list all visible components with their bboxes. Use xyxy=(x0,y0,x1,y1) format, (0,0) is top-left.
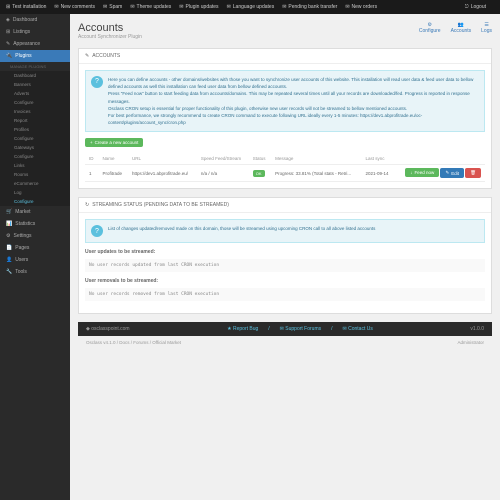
accounts-card: ✎ ACCOUNTS ? Here you can define account… xyxy=(78,48,492,189)
nav-listings[interactable]: ⊞ Listings xyxy=(0,26,70,38)
user-label: Administrator xyxy=(457,340,484,345)
th: Name xyxy=(98,153,128,165)
card-head: ✎ ACCOUNTS xyxy=(79,49,491,64)
sb-sub[interactable]: Links xyxy=(0,161,70,170)
th: ID xyxy=(85,153,98,165)
updates-label: User updates to be streamed: xyxy=(85,249,485,255)
sb-sub[interactable]: Configure xyxy=(0,197,70,206)
edit-button[interactable]: ✎ Edit xyxy=(440,168,464,178)
th: Status xyxy=(249,153,271,165)
feed-now-button[interactable]: ↓ Feed now xyxy=(405,168,439,177)
footer-link[interactable]: ★ Report Bug xyxy=(227,326,258,332)
removals-msg: No user records removed from last CRON e… xyxy=(85,288,485,301)
info-text: List of changes updated/removed made on … xyxy=(108,225,375,237)
page-title: Accounts xyxy=(78,22,142,34)
th: Last sync xyxy=(361,153,394,165)
info-icon: ? xyxy=(91,225,103,237)
sb-sub[interactable]: Dashboard xyxy=(0,71,70,80)
delete-button[interactable]: 🗑 xyxy=(465,168,481,178)
th: Speed Feed/Stream xyxy=(197,153,249,165)
tb-item[interactable]: ⊞ Test installation xyxy=(6,4,46,10)
footer-brand[interactable]: ◆ osclasspoint.com xyxy=(86,326,130,332)
footer: ◆ osclasspoint.com ★ Report Bug / ✉ Supp… xyxy=(78,322,492,336)
sb-sub[interactable]: Adverts xyxy=(0,89,70,98)
table-row: 1 Profitrade https://dev1.abprofitrade.e… xyxy=(85,165,485,182)
sb-sub[interactable]: Gateways xyxy=(0,143,70,152)
accounts-table: ID Name URL Speed Feed/Stream Status Mes… xyxy=(85,153,485,182)
nav-dashboard[interactable]: ◈ Dashboard xyxy=(0,14,70,26)
sb-group-head: Manage plugins xyxy=(0,62,70,71)
tb-item[interactable]: ✉ Plugin updates xyxy=(179,4,218,10)
nav-settings[interactable]: ⚙ Settings xyxy=(0,230,70,242)
tb-item[interactable]: ✉ Spam xyxy=(103,4,122,10)
status-badge: OK xyxy=(253,170,265,177)
action-configure[interactable]: ⚙Configure xyxy=(419,22,441,34)
nav-plugins[interactable]: 🔌 Plugins xyxy=(0,50,70,62)
sb-sub[interactable]: Configure xyxy=(0,152,70,161)
sb-sub[interactable]: eCommerce xyxy=(0,179,70,188)
streaming-card: ↻ STREAMING STATUS (PENDING DATA TO BE S… xyxy=(78,197,492,314)
action-logs[interactable]: ☰Logs xyxy=(481,22,492,34)
th xyxy=(395,153,485,165)
info-text: Here you can define accounts - other dom… xyxy=(108,76,479,126)
tb-item[interactable]: ✉ New comments xyxy=(54,4,95,10)
nav-market[interactable]: 🛒 Market xyxy=(0,206,70,218)
info-box: ? List of changes updated/removed made o… xyxy=(85,219,485,243)
create-account-button[interactable]: + Create a new account xyxy=(85,138,143,147)
th: URL xyxy=(128,153,197,165)
sb-sub[interactable]: Banners xyxy=(0,80,70,89)
main-content: Accounts Account Synchronizer Plugin ⚙Co… xyxy=(70,14,500,500)
tb-item[interactable]: ✉ New orders xyxy=(345,4,377,10)
footer-link[interactable]: ✉ Contact Us xyxy=(343,326,373,332)
logout[interactable]: ⎋ Logout xyxy=(465,4,486,10)
action-accounts[interactable]: 👥Accounts xyxy=(451,22,472,34)
tb-item[interactable]: ✉ Pending bank transfer xyxy=(282,4,337,10)
info-box: ? Here you can define accounts - other d… xyxy=(85,70,485,132)
nav-tools[interactable]: 🔧 Tools xyxy=(0,266,70,278)
sb-sub[interactable]: Rooms xyxy=(0,170,70,179)
nav-appearance[interactable]: ✎ Appearance xyxy=(0,38,70,50)
nav-pages[interactable]: 📄 Pages xyxy=(0,242,70,254)
updates-msg: No user records updated from last CRON e… xyxy=(85,259,485,272)
nav-statistics[interactable]: 📊 Statistics xyxy=(0,218,70,230)
tb-item[interactable]: ✉ Theme updates xyxy=(130,4,171,10)
sb-sub[interactable]: Invoices xyxy=(0,107,70,116)
footer-link[interactable]: ✉ Support Forums xyxy=(280,326,321,332)
sb-sub[interactable]: Log xyxy=(0,188,70,197)
sb-sub[interactable]: Configure xyxy=(0,134,70,143)
topbar: ⊞ Test installation ✉ New comments ✉ Spa… xyxy=(0,0,500,14)
breadcrumb: Osclass v4.1.0 / Docs / Forums / Officia… xyxy=(78,336,492,349)
sb-sub[interactable]: Configure xyxy=(0,98,70,107)
footer-version: v1.0.0 xyxy=(470,326,484,332)
tb-item[interactable]: ✉ Language updates xyxy=(227,4,275,10)
sb-sub[interactable]: Report xyxy=(0,116,70,125)
page-subtitle: Account Synchronizer Plugin xyxy=(78,34,142,40)
sidebar: ◈ Dashboard ⊞ Listings ✎ Appearance 🔌 Pl… xyxy=(0,14,70,500)
removals-label: User removals to be streamed: xyxy=(85,278,485,284)
nav-users[interactable]: 👤 Users xyxy=(0,254,70,266)
card-head: ↻ STREAMING STATUS (PENDING DATA TO BE S… xyxy=(79,198,491,213)
th: Message xyxy=(271,153,361,165)
sb-sub[interactable]: Profiles xyxy=(0,125,70,134)
info-icon: ? xyxy=(91,76,103,88)
